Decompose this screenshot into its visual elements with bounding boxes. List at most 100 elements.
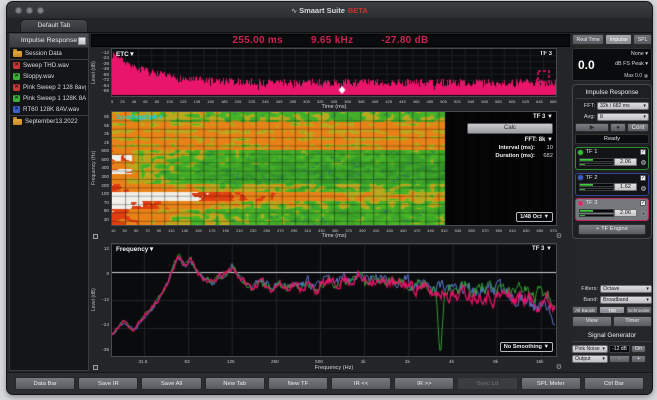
sidebar-folder-item[interactable]: Session Data (10, 48, 88, 60)
spectrograph-y-axis-label: Frequency (Hz) (91, 150, 97, 186)
file-label: RT60 128K 8AV.wav (23, 106, 80, 113)
sidebar-file-item[interactable]: ✕ Sloppy.wav (10, 71, 88, 82)
view-button[interactable]: View (572, 316, 612, 327)
spectrograph-plot-type-select[interactable]: Spectrograph▼ (116, 114, 164, 121)
fft-select[interactable]: 32k / 682 ms ▾ (597, 102, 649, 110)
frequency-x-tick: 31.5 (138, 358, 148, 364)
tf-engine-tf-3[interactable]: TF 3 ✓ 2.06 (575, 198, 649, 221)
engine-delay-value[interactable]: 2.06 (614, 157, 637, 166)
toolbar-button-new-tab[interactable]: New Tab (204, 377, 265, 390)
etc-plot-type-select[interactable]: ETC▼ (116, 51, 135, 58)
meter-unit-select[interactable]: dB FS Peak ▾ (615, 61, 648, 67)
engine-name: TF 1 (585, 149, 598, 155)
toolbar-button-data-bar[interactable]: Data Bar (15, 377, 76, 390)
frequency-x-tick: 1k (360, 358, 366, 364)
generator-output-select[interactable]: Output ▾ (572, 355, 608, 363)
spectrograph-x-tick: 470 (413, 227, 421, 233)
band-select[interactable]: Broadband ▾ (600, 295, 652, 304)
frequency-trace-canvas[interactable] (112, 244, 556, 356)
tab-default[interactable]: Default Tab (20, 19, 88, 32)
engine-track-radio[interactable] (640, 185, 646, 191)
etc-plot[interactable]: ETC▼ TF 3 (111, 48, 557, 97)
avg-select[interactable]: 8 ▾ (597, 112, 649, 121)
toolbar-button-save-all[interactable]: Save All (141, 377, 202, 390)
etc-x-axis-label: Time (ms) (321, 104, 347, 110)
wav-file-icon: ✕ (13, 73, 20, 80)
toolbar-button-new-tf[interactable]: New TF (267, 377, 329, 390)
band-button-schroeder[interactable]: Schroeder (626, 306, 652, 314)
smoothing-select[interactable]: No Smoothing ▼ (499, 342, 553, 352)
generator-level-down-button[interactable]: - (609, 355, 630, 363)
engine-track-radio[interactable] (640, 160, 646, 165)
tf-engine-tf-1[interactable]: TF 1 ✓ 2.06 (575, 147, 649, 170)
mode-button-spl[interactable]: SPL (633, 34, 652, 45)
frequency-plot[interactable]: Frequency▼ TF 3 ▼ No Smoothing ▼ (111, 243, 557, 357)
spectrograph-x-tick: 550 (468, 227, 475, 233)
engine-delay-value[interactable]: 1.62 (614, 183, 637, 191)
toolbar-button-ir-[interactable]: IR >> (394, 377, 455, 390)
sidebar-menu-icon[interactable] (78, 36, 86, 45)
spectrograph-x-tick: 150 (195, 227, 202, 233)
filters-select[interactable]: Octave ▾ (600, 285, 652, 293)
continuous-button[interactable]: Cont (627, 123, 649, 132)
engine-delay-value[interactable]: 2.06 (614, 208, 637, 217)
spectrograph-tf-select[interactable]: TF 3 ▼ (425, 114, 553, 120)
file-label: Sloppy.wav (23, 73, 55, 80)
section-title: Impulse Response (575, 87, 649, 99)
timer-button[interactable]: Timer (612, 316, 652, 327)
etc-panel: Level (dB) -12 -24 -36 -48 -60 -72 -84 -96 ETC▼… (91, 48, 570, 111)
band-button-t60[interactable]: T60 (599, 306, 625, 314)
toolbar-button-save-ir[interactable]: Save IR (78, 377, 139, 390)
add-tf-engine-button[interactable]: + TF Engine (578, 224, 646, 235)
toolbar-button-spl-meter[interactable]: SPL Meter (520, 377, 581, 390)
generator-on-button[interactable]: On (631, 345, 646, 353)
frequency-tf-select[interactable]: TF 3 ▼ (532, 246, 552, 252)
spectrograph-y-tick: 800 (101, 148, 109, 154)
spectrograph-x-tick: 110 (168, 227, 175, 233)
etc-x-tick: 565 (481, 98, 488, 104)
chevron-down-icon: ▾ (646, 286, 649, 292)
generator-level-up-button[interactable]: + (631, 355, 646, 363)
spectrograph-settings-gear-icon[interactable]: ⚙ (556, 233, 562, 240)
spectrograph-x-tick: 210 (236, 227, 243, 233)
frequency-y-axis-label: Level (dB) (91, 288, 97, 311)
etc-x-tick: 85 (154, 98, 160, 104)
engine-track-radio[interactable] (640, 211, 646, 216)
sidebar-file-item[interactable]: ✕ RT60 128K 8AV.wav (10, 104, 88, 116)
mode-button-real-time[interactable]: Real Time (572, 34, 605, 45)
etc-trace-canvas[interactable] (112, 49, 556, 96)
spectrograph-resolution-select[interactable]: 1/48 Oct ▼ (516, 212, 553, 222)
meter-reset-icon[interactable] (644, 73, 648, 78)
calc-button[interactable]: Calc (467, 123, 553, 134)
spectrograph-x-tick: 70 (145, 227, 150, 233)
frequency-plot-type-select[interactable]: Frequency▼ (116, 246, 155, 253)
toolbar-button-ir-[interactable]: IR << (331, 377, 392, 390)
interval-value[interactable]: 10 (540, 145, 553, 151)
meter-source-select[interactable]: None ▾ (631, 51, 648, 57)
band-button-all-bands[interactable]: All Bands (572, 306, 598, 314)
record-button[interactable]: ● (610, 123, 626, 132)
mode-button-impulse[interactable]: Impulse (605, 34, 633, 45)
frequency-settings-gear-icon[interactable]: ⚙ (556, 364, 562, 371)
sidebar-folder-item[interactable]: September13.2022 (10, 116, 88, 127)
engine-enabled-checkbox[interactable]: ✓ (640, 200, 646, 206)
spectrograph-x-tick: 350 (331, 227, 339, 233)
spectrograph-fft-select[interactable]: FFT: 8k ▼ (425, 137, 553, 143)
spectrograph-x-tick: 430 (386, 227, 393, 233)
tf-engine-tf-2[interactable]: TF 2 ✓ 1.62 (575, 172, 649, 196)
panel-expand-icon[interactable] (93, 365, 98, 370)
engine-enabled-checkbox[interactable]: ✓ (640, 149, 646, 155)
panel-expand-icon[interactable] (93, 234, 98, 239)
engine-level-meter (579, 188, 614, 191)
sidebar-file-item[interactable]: ✕Pink Sweep 1 128K 8AVG.wav (10, 93, 88, 104)
engine-enabled-checkbox[interactable]: ✓ (640, 174, 646, 181)
spectrograph-x-tick: 670 (550, 227, 557, 233)
toolbar-button-ctrl-bar[interactable]: Ctrl Bar (583, 377, 645, 390)
sidebar-file-item[interactable]: ✕ Sweep THD.wav (10, 60, 88, 71)
play-button[interactable]: ▶ (575, 123, 609, 132)
sidebar-file-item[interactable]: ✕Pink Sweep 2 128 8avg.wav (10, 82, 88, 93)
duration-value[interactable]: 682 (540, 153, 553, 159)
spectrograph-y-tick: 2k (104, 139, 109, 145)
generator-source-select[interactable]: Pink Noise ▾ (572, 345, 608, 353)
spectrograph-plot[interactable]: Spectrograph▼ TF 3 ▼ Calc FFT: 8k ▼ Inte… (111, 111, 557, 226)
